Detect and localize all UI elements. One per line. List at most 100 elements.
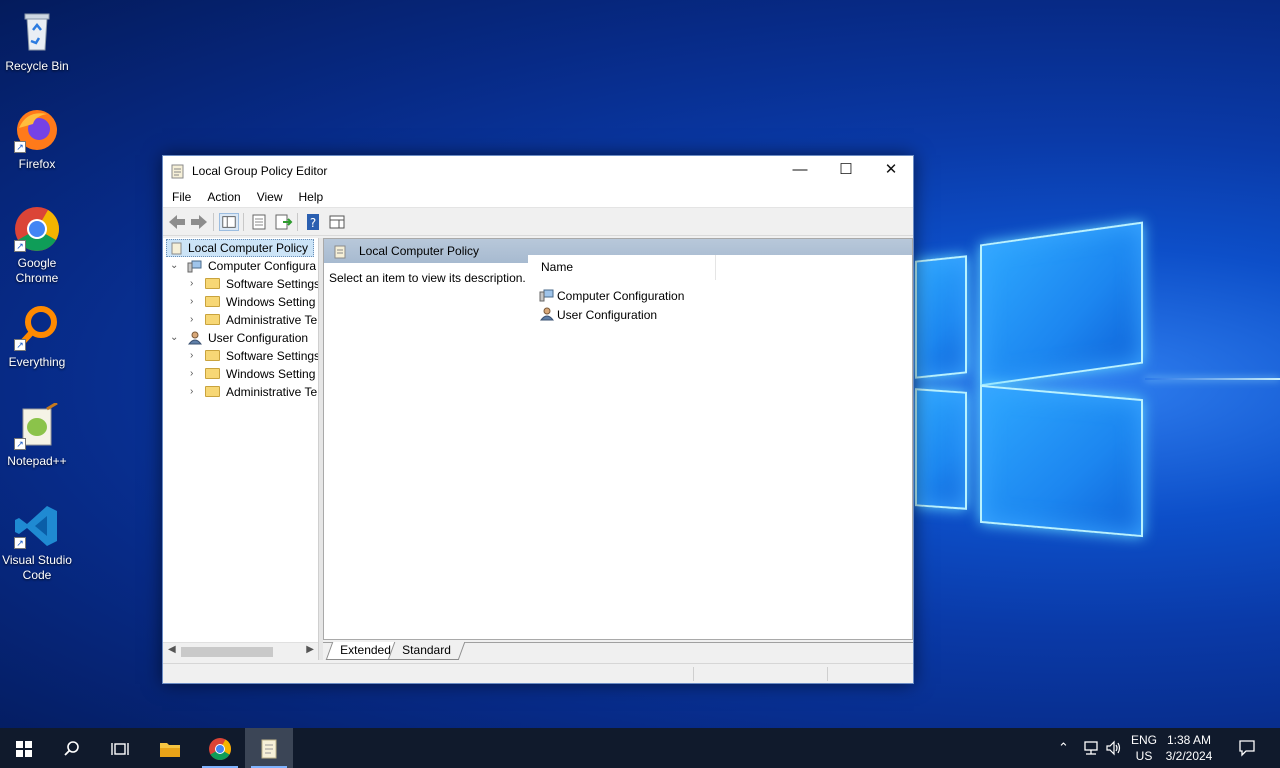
toolbar-separator bbox=[297, 213, 298, 231]
status-bar bbox=[163, 663, 913, 683]
list-item[interactable]: User Configuration bbox=[539, 306, 657, 324]
desktop-icon-label: Google Chrome bbox=[15, 256, 59, 285]
chrome-icon bbox=[209, 737, 231, 760]
chrome-taskbar-button[interactable] bbox=[196, 728, 244, 768]
taskbar-clock[interactable]: 1:38 AM 3/2/2024 bbox=[1154, 732, 1224, 764]
export-list-icon[interactable] bbox=[273, 213, 293, 231]
forward-arrow-icon[interactable] bbox=[189, 213, 209, 231]
status-divider bbox=[693, 667, 694, 681]
clock-time: 1:38 AM bbox=[1166, 733, 1212, 747]
items-list: Name Computer Configuration User Configu… bbox=[528, 255, 912, 635]
back-arrow-icon[interactable] bbox=[167, 213, 187, 231]
desktop-icon-chrome[interactable]: ↗ Google Chrome bbox=[0, 205, 74, 286]
menu-view[interactable]: View bbox=[249, 186, 291, 208]
help-icon[interactable]: ? bbox=[303, 213, 323, 231]
policy-document-icon bbox=[171, 164, 184, 179]
computer-icon bbox=[539, 289, 554, 302]
chrome-icon: ↗ bbox=[13, 205, 61, 253]
notifications-icon[interactable] bbox=[1238, 739, 1256, 757]
column-header-name[interactable]: Name bbox=[528, 255, 716, 280]
show-hide-console-tree-icon[interactable] bbox=[219, 213, 239, 231]
details-pane: Local Computer Policy Select an item to … bbox=[323, 238, 913, 640]
scroll-left-icon[interactable]: ◀ bbox=[168, 644, 176, 655]
tree-item-label: Software Settings bbox=[226, 277, 319, 291]
tree-item-label: Administrative Te bbox=[226, 385, 318, 399]
desktop-icon-firefox[interactable]: ↗ Firefox bbox=[0, 106, 74, 172]
menu-help[interactable]: Help bbox=[291, 186, 332, 208]
show-hide-action-pane-icon[interactable] bbox=[327, 213, 347, 231]
chevron-right-icon[interactable]: › bbox=[190, 293, 200, 311]
user-icon bbox=[187, 331, 202, 345]
chevron-down-icon[interactable]: ⌄ bbox=[170, 329, 180, 347]
windows-logo-icon bbox=[16, 740, 32, 757]
gpedit-taskbar-button[interactable] bbox=[245, 728, 293, 768]
tree-item-windows-settings[interactable]: › Windows Setting bbox=[163, 365, 318, 383]
folder-icon bbox=[160, 742, 180, 757]
desktop-icon-recycle-bin[interactable]: Recycle Bin bbox=[0, 8, 74, 74]
tab-standard[interactable]: Standard bbox=[387, 642, 465, 660]
start-button[interactable] bbox=[0, 728, 48, 768]
shortcut-arrow-icon: ↗ bbox=[14, 339, 26, 351]
policy-document-icon bbox=[261, 739, 277, 759]
list-item[interactable]: Computer Configuration bbox=[539, 287, 684, 305]
status-divider bbox=[827, 667, 828, 681]
show-hidden-icons-button[interactable]: ⌃ bbox=[1058, 728, 1069, 768]
tree-horizontal-scrollbar[interactable]: ◀ ▶ bbox=[163, 642, 318, 660]
tree-item-computer-configuration[interactable]: ⌄ Computer Configura bbox=[163, 257, 318, 275]
chevron-right-icon[interactable]: › bbox=[190, 311, 200, 329]
scroll-right-icon[interactable]: ▶ bbox=[306, 644, 314, 655]
chevron-right-icon[interactable]: › bbox=[190, 383, 200, 401]
vscode-icon: ↗ bbox=[13, 502, 61, 550]
recycle-bin-icon bbox=[13, 8, 61, 56]
toolbar-separator bbox=[243, 213, 244, 231]
taskbar: ⌃ ENG US 1:38 AM 3/2/2024 bbox=[0, 728, 1280, 768]
folder-icon bbox=[205, 350, 220, 361]
maximize-button[interactable]: ☐ bbox=[823, 156, 869, 186]
tree-item-administrative-templates[interactable]: › Administrative Te bbox=[163, 311, 318, 329]
menu-action[interactable]: Action bbox=[199, 186, 248, 208]
minimize-button[interactable]: — bbox=[777, 156, 823, 186]
desktop-icon-notepadpp[interactable]: ↗ Notepad++ bbox=[0, 401, 74, 469]
console-tree: Local Computer Policy ⌄ Computer Configu… bbox=[163, 238, 319, 660]
file-explorer-taskbar-button[interactable] bbox=[146, 728, 194, 768]
properties-icon[interactable] bbox=[249, 213, 269, 231]
tree-item-user-configuration[interactable]: ⌄ User Configuration bbox=[163, 329, 318, 347]
desktop-icon-label: Recycle Bin bbox=[5, 59, 69, 73]
close-button[interactable]: ✕ bbox=[868, 156, 914, 186]
tab-label: Extended bbox=[340, 643, 391, 657]
folder-icon bbox=[205, 368, 220, 379]
chevron-down-icon[interactable]: ⌄ bbox=[170, 257, 180, 275]
volume-icon[interactable] bbox=[1105, 740, 1123, 756]
computer-icon bbox=[187, 260, 202, 273]
tree-item-label: Windows Setting bbox=[226, 295, 316, 309]
folder-icon bbox=[205, 314, 220, 325]
desktop-icon-everything[interactable]: ↗ Everything bbox=[0, 304, 74, 370]
policy-document-icon bbox=[334, 245, 346, 259]
task-view-button[interactable] bbox=[96, 728, 144, 768]
desktop-icon-vscode[interactable]: ↗ Visual Studio Code bbox=[0, 502, 74, 583]
svg-text:?: ? bbox=[310, 216, 316, 230]
menu-bar: File Action View Help bbox=[163, 186, 913, 208]
tree-item-administrative-templates[interactable]: › Administrative Te bbox=[163, 383, 318, 401]
title-bar[interactable]: Local Group Policy Editor — ☐ ✕ bbox=[163, 156, 913, 186]
menu-file[interactable]: File bbox=[163, 186, 199, 208]
everything-magnifier-icon: ↗ bbox=[13, 304, 61, 352]
tree-item-windows-settings[interactable]: › Windows Setting bbox=[163, 293, 318, 311]
policy-document-icon bbox=[171, 242, 182, 255]
shortcut-arrow-icon: ↗ bbox=[14, 240, 26, 252]
network-icon[interactable] bbox=[1082, 740, 1100, 756]
chevron-right-icon[interactable]: › bbox=[190, 365, 200, 383]
tree-item-label: User Configuration bbox=[208, 331, 309, 345]
tree-item-label: Computer Configura bbox=[208, 259, 317, 273]
scrollbar-thumb[interactable] bbox=[181, 647, 273, 657]
tree-item-software-settings[interactable]: › Software Settings bbox=[163, 347, 318, 365]
chevron-right-icon[interactable]: › bbox=[190, 347, 200, 365]
tree-item-software-settings[interactable]: › Software Settings bbox=[163, 275, 319, 293]
list-item-label: User Configuration bbox=[557, 308, 658, 322]
description-text: Select an item to view its description. bbox=[329, 271, 526, 285]
tree-item-local-computer-policy[interactable]: Local Computer Policy bbox=[166, 239, 314, 257]
gpedit-window: Local Group Policy Editor — ☐ ✕ File Acti… bbox=[162, 155, 914, 684]
toolbar: ? bbox=[163, 208, 913, 236]
search-button[interactable] bbox=[48, 728, 96, 768]
chevron-right-icon[interactable]: › bbox=[190, 275, 200, 293]
